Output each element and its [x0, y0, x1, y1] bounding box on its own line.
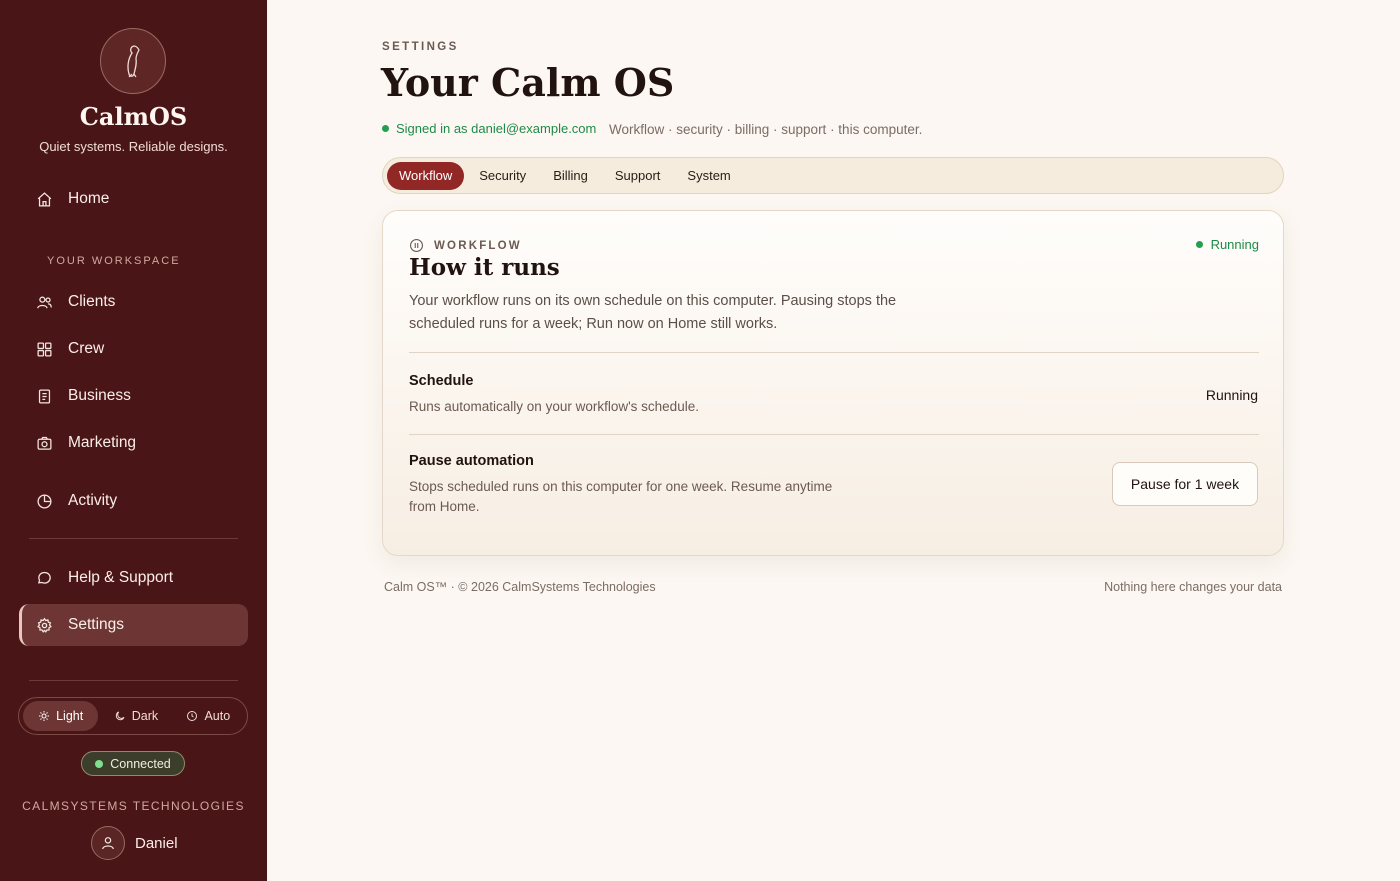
signed-in-status: Signed in as daniel@example.com [382, 121, 596, 136]
workflow-status-label: Running [1210, 237, 1259, 252]
tab-support[interactable]: Support [603, 162, 673, 190]
tab-workflow[interactable]: Workflow [387, 161, 465, 190]
card-title: How it runs [409, 254, 560, 281]
pause-circle-icon [410, 239, 423, 252]
user-name: Daniel [135, 834, 178, 852]
sidebar-item-business[interactable]: Business [19, 375, 248, 417]
footer-note: Nothing here changes your data [1104, 580, 1282, 594]
users-icon [35, 293, 53, 311]
status-dot [95, 759, 104, 768]
pause-automation-title: Pause automation [409, 453, 534, 469]
theme-dark-button[interactable]: Dark [98, 701, 173, 731]
workflow-card: WORKFLOW Running How it runs Your workfl… [382, 210, 1284, 556]
signed-in-label: Signed in as daniel@example.com [396, 121, 597, 136]
pie-chart-icon [35, 492, 53, 510]
brand-tagline: Quiet systems. Reliable designs. [39, 139, 228, 154]
status-dot [382, 125, 389, 132]
sidebar-item-settings[interactable]: Settings [19, 604, 248, 646]
theme-auto-button[interactable]: Auto [174, 701, 243, 731]
document-icon [35, 387, 53, 405]
card-eyebrow: WORKFLOW [409, 238, 522, 253]
user-profile[interactable]: Daniel [91, 826, 178, 860]
brand-name: CalmOS [79, 102, 188, 131]
sidebar-item-marketing[interactable]: Marketing [19, 422, 248, 464]
sidebar-item-crew[interactable]: Crew [19, 328, 248, 370]
sidebar-item-label: Help & Support [68, 569, 174, 586]
company-name: CALMSYSTEMS TECHNOLOGIES [22, 799, 245, 813]
theme-light-button[interactable]: Light [23, 701, 99, 731]
schedule-value: Running [1205, 387, 1258, 403]
user-icon [102, 837, 114, 850]
workspace-section-label: YOUR WORKSPACE [47, 255, 181, 267]
card-eyebrow-label: WORKFLOW [434, 239, 522, 252]
camera-icon [35, 434, 53, 452]
page-subtitle: Workflow · security · billing · support … [609, 122, 923, 137]
gear-icon [35, 616, 53, 634]
tab-billing[interactable]: Billing [541, 162, 600, 190]
theme-toggle: Light Dark Auto [18, 697, 248, 735]
tab-system[interactable]: System [675, 162, 742, 190]
sidebar-item-home[interactable]: Home [19, 178, 248, 220]
workflow-status-badge: Running [1195, 237, 1259, 252]
sidebar: CalmOS Quiet systems. Reliable designs. … [0, 0, 267, 881]
status-dot [1195, 241, 1203, 248]
connection-status-label: Connected [110, 756, 171, 771]
home-icon [35, 190, 53, 208]
tab-security[interactable]: Security [467, 162, 538, 190]
sidebar-item-label: Business [68, 387, 131, 404]
sidebar-divider [29, 538, 238, 539]
sidebar-item-label: Crew [68, 340, 105, 357]
footer-copyright: Calm OS™ · © 2026 CalmSystems Technologi… [384, 580, 656, 594]
avatar [91, 826, 125, 860]
schedule-title: Schedule [409, 373, 474, 389]
sidebar-divider [29, 680, 238, 681]
theme-dark-label: Dark [131, 709, 159, 723]
penguin-logo-icon [127, 45, 140, 78]
connection-status-badge: Connected [81, 751, 185, 776]
sidebar-item-label: Home [68, 190, 110, 207]
card-description: Your workflow runs on its own schedule o… [409, 293, 897, 332]
sidebar-item-label: Clients [68, 293, 116, 310]
sidebar-item-label: Marketing [68, 434, 137, 451]
moon-icon [115, 711, 125, 721]
schedule-description: Runs automatically on your workflow's sc… [409, 399, 699, 414]
grid-icon [35, 340, 53, 358]
settings-tabs: Workflow Security Billing Support System [382, 157, 1284, 194]
sidebar-item-label: Settings [68, 616, 125, 633]
theme-auto-label: Auto [204, 709, 231, 723]
chat-bubble-icon [35, 569, 53, 587]
pause-automation-description: Stops scheduled runs on this computer fo… [409, 479, 833, 514]
sidebar-item-activity[interactable]: Activity [19, 480, 248, 522]
page-title: Your Calm OS [381, 60, 675, 105]
card-divider [409, 434, 1259, 435]
sidebar-item-label: Activity [68, 492, 118, 509]
sidebar-item-clients[interactable]: Clients [19, 281, 248, 323]
page-eyebrow: SETTINGS [382, 41, 459, 53]
logo [100, 28, 166, 94]
clock-icon [187, 711, 198, 721]
theme-light-label: Light [56, 709, 84, 723]
sidebar-item-help-support[interactable]: Help & Support [19, 557, 248, 599]
sun-icon [39, 711, 50, 721]
card-divider [409, 352, 1259, 353]
pause-for-week-button[interactable]: Pause for 1 week [1112, 462, 1258, 506]
